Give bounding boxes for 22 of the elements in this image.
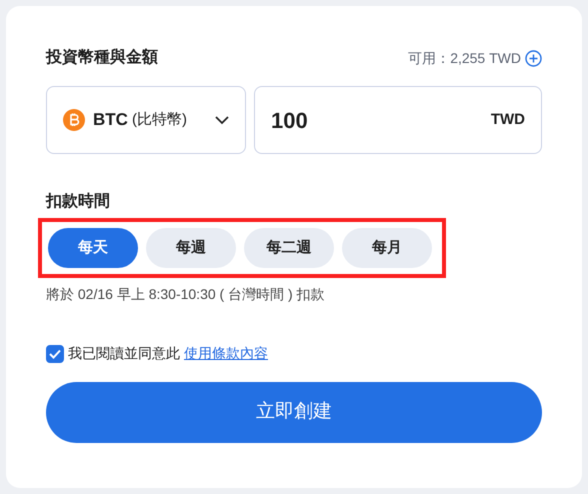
- frequency-tab[interactable]: 每二週: [244, 228, 334, 268]
- check-icon: [49, 348, 61, 358]
- add-icon[interactable]: [525, 50, 542, 66]
- currency-name: (比特幣): [132, 110, 187, 130]
- amount-value: 100: [271, 106, 308, 134]
- chevron-down-icon: [215, 116, 229, 124]
- available-balance: 可用：2,255 TWD: [408, 48, 521, 68]
- currency-code: BTC: [93, 109, 128, 132]
- terms-link[interactable]: 使用條款內容: [184, 343, 268, 364]
- agree-checkbox[interactable]: [46, 344, 64, 362]
- currency-unit: TWD: [490, 110, 525, 130]
- schedule-note: 將於 02/16 早上 8:30-10:30 ( 台灣時間 ) 扣款: [46, 285, 326, 304]
- section-title: 投資幣種與金額: [46, 47, 158, 68]
- create-button[interactable]: 立即創建: [46, 382, 542, 443]
- frequency-tab[interactable]: 每週: [146, 228, 236, 268]
- amount-field[interactable]: 100 TWD: [254, 86, 542, 154]
- bitcoin-icon: [63, 109, 85, 131]
- frequency-tab[interactable]: 每月: [342, 228, 432, 268]
- frequency-tab[interactable]: 每天: [48, 228, 138, 268]
- currency-select[interactable]: BTC (比特幣): [46, 86, 246, 154]
- agreement-text: 我已閱讀並同意此: [68, 344, 180, 363]
- section-title: 扣款時間: [46, 192, 111, 212]
